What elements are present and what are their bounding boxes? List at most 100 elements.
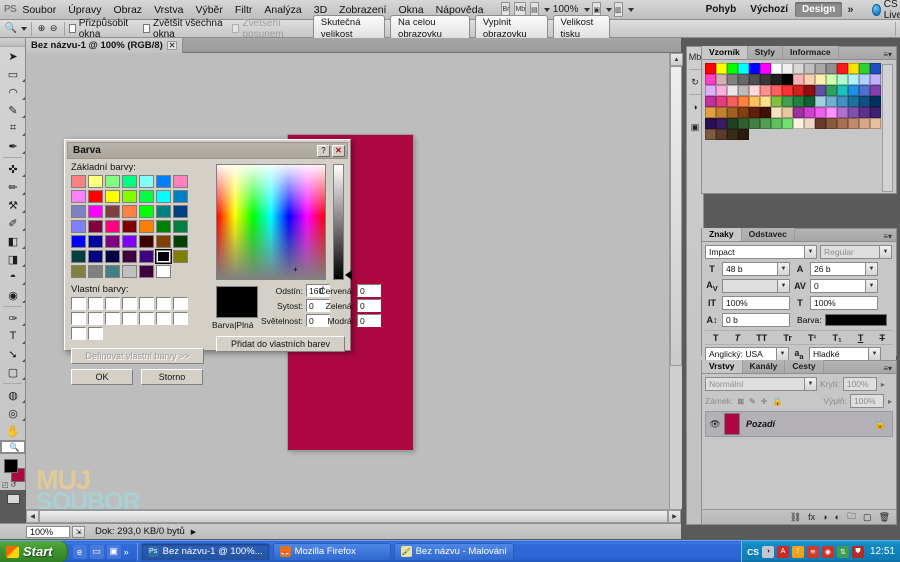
menu-soubor[interactable]: Soubor [16,1,62,19]
custom-color-cell[interactable] [156,312,171,325]
basic-color-cell[interactable] [139,175,154,188]
swatch-cell[interactable] [705,107,716,118]
custom-colors-grid[interactable] [71,297,204,342]
basic-color-cell[interactable] [173,250,188,263]
swatch-cell[interactable] [738,63,749,74]
start-button[interactable]: Start [0,540,68,562]
blend-mode-select[interactable]: Normální ▼ [705,377,817,391]
swatch-cell[interactable] [749,85,760,96]
swatch-cell[interactable] [837,96,848,107]
swatch-cell[interactable] [826,63,837,74]
font-family-select[interactable]: Impact ▼ [705,245,817,259]
crop-tool[interactable]: ⌗ [0,119,26,137]
zoom-out-icon[interactable]: ⊖ [48,21,60,36]
tool-preset-chevron-icon[interactable] [20,26,27,31]
swatch-cell[interactable] [837,85,848,96]
swatch-cell[interactable] [859,118,870,129]
hand-tool[interactable]: ✋ [0,422,26,440]
tab-informace[interactable]: Informace [783,46,839,59]
swatch-cell[interactable] [771,63,782,74]
quick-mask-icon[interactable] [0,491,26,507]
layer-mask-icon[interactable]: ◑ [822,512,827,522]
basic-color-cell[interactable] [71,235,86,248]
swatch-cell[interactable] [826,107,837,118]
layer-name[interactable]: Pozadí [746,419,775,429]
custom-color-cell[interactable] [122,312,137,325]
basic-color-cell[interactable] [156,205,171,218]
swatch-cell[interactable] [782,63,793,74]
swatch-cell[interactable] [760,74,771,85]
swatch-cell[interactable] [705,85,716,96]
basic-color-cell[interactable] [105,220,120,233]
pen-tool[interactable]: ✑ [0,309,26,327]
move-tool[interactable]: ➤ [0,47,26,65]
basic-color-cell[interactable] [105,250,120,263]
swatch-cell[interactable] [804,118,815,129]
basic-color-cell[interactable] [88,235,103,248]
more-workspaces-icon[interactable]: » [842,4,858,16]
basic-color-cell[interactable] [139,205,154,218]
swatch-cell[interactable] [727,85,738,96]
swatch-cell[interactable] [870,96,881,107]
swatch-cell[interactable] [848,85,859,96]
swatch-cell[interactable] [859,63,870,74]
eye-icon[interactable]: 👁 [706,419,724,430]
media-player-icon[interactable]: ▣ [106,544,121,559]
tab-vrstvy[interactable]: Vrstvy [702,360,743,373]
basic-color-cell[interactable] [156,235,171,248]
strikethrough-button[interactable]: T [879,333,885,343]
swatch-cell[interactable] [793,118,804,129]
swatch-cell[interactable] [815,85,826,96]
swatch-cell[interactable] [804,63,815,74]
swatch-cell[interactable] [727,63,738,74]
path-selection-tool[interactable]: ➘ [0,345,26,363]
zoom-in-icon[interactable]: ⊕ [35,21,47,36]
swatch-cell[interactable] [716,85,727,96]
document-tab[interactable]: Bez názvu-1 @ 100% (RGB/8) ✕ [26,38,184,53]
baseline-shift-input[interactable]: 0 b [722,313,790,327]
basic-color-cell[interactable] [71,175,86,188]
type-tool[interactable]: T [0,327,26,345]
swatch-cell[interactable] [749,118,760,129]
fill-input[interactable]: 100% [849,394,884,408]
swatch-cell[interactable] [815,118,826,129]
custom-color-cell[interactable] [88,297,103,310]
swatch-cell[interactable] [793,85,804,96]
custom-color-cell[interactable] [105,312,120,325]
ati-icon[interactable]: ≋ [806,545,819,558]
swatch-cell[interactable] [749,96,760,107]
eyedropper-tool[interactable]: ✒ [0,137,26,155]
swatch-cell[interactable] [870,107,881,118]
swatch-cell[interactable] [738,107,749,118]
canvas-horizontal-scrollbar[interactable]: ◀ ▶ [26,509,681,523]
basic-color-cell[interactable] [122,190,137,203]
swatch-cell[interactable] [771,118,782,129]
checkbox-box[interactable] [68,24,76,33]
swatch-cell[interactable] [760,63,771,74]
vertical-scale-input[interactable]: 100% [722,296,790,310]
swatch-cell[interactable] [771,107,782,118]
menu-vyber[interactable]: Výběr [189,1,228,19]
swatch-cell[interactable] [826,74,837,85]
menu-vrstva[interactable]: Vrstva [148,1,189,19]
adjustment-layer-icon[interactable]: ◐ [835,512,840,522]
swatch-cell[interactable] [727,107,738,118]
superscript-button[interactable]: T¹ [808,333,817,343]
basic-color-cell[interactable] [88,175,103,188]
swatch-cell[interactable] [793,107,804,118]
tab-kanaly[interactable]: Kanály [742,360,786,373]
tracking-select[interactable]: 0 ▼ [810,279,878,293]
swatch-cell[interactable] [716,96,727,107]
swatch-cell[interactable] [727,118,738,129]
basic-color-cell[interactable] [88,250,103,263]
small-caps-button[interactable]: Tr [783,333,792,343]
scroll-up-arrow[interactable]: ▲ [670,53,683,66]
custom-color-cell[interactable] [173,297,188,310]
cs-live-button[interactable]: CS Live [868,0,900,21]
reset-colors-icon[interactable]: ◰ ↺ [2,481,16,489]
tab-cesty[interactable]: Cesty [785,360,824,373]
layer-style-icon[interactable]: fx [808,512,815,522]
taskbar-item-firefox[interactable]: 🦊 Mozilla Firefox [272,542,391,561]
font-size-select[interactable]: 48 b ▼ [722,262,790,276]
canvas-vertical-scrollbar[interactable]: ▲ [669,53,683,509]
